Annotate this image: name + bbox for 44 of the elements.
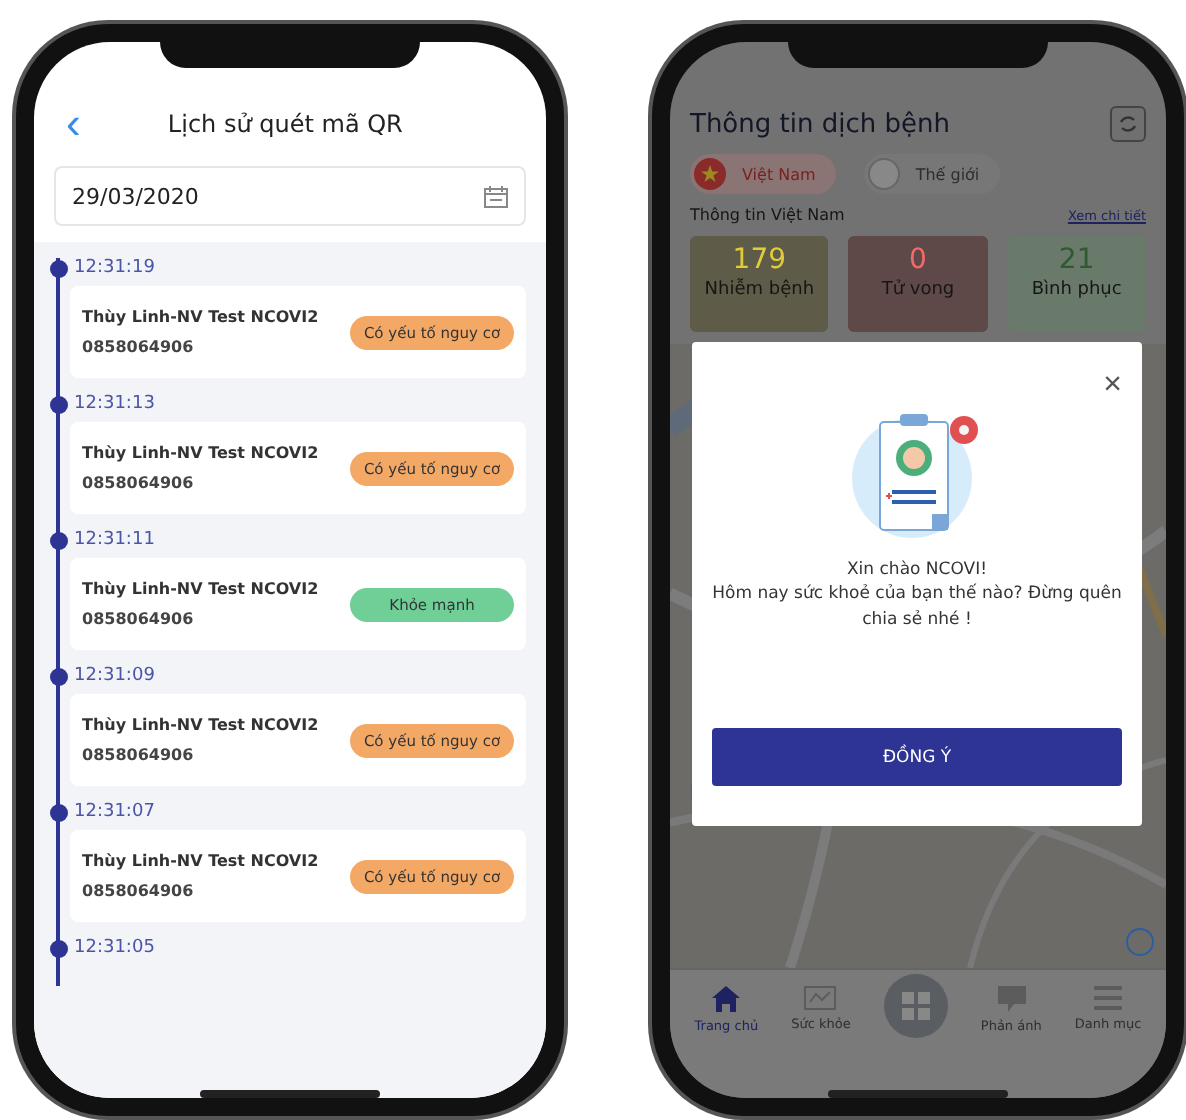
refresh-button[interactable] <box>1110 106 1146 142</box>
stat-value: 0 <box>909 244 927 276</box>
region-tab[interactable]: Việt Nam <box>690 154 836 194</box>
stat-label: Tử vong <box>881 280 955 300</box>
region-tab[interactable]: Thế giới <box>863 154 1000 194</box>
close-button[interactable]: × <box>1103 370 1122 402</box>
stat-value: 21 <box>1058 244 1095 276</box>
scan-time: 12:31:07 <box>74 802 155 822</box>
stat-label: Bình phục <box>1031 280 1122 300</box>
scan-time: 12:31:11 <box>74 530 155 550</box>
scan-time: 12:31:19 <box>74 258 155 278</box>
scan-time: 12:31:13 <box>74 394 155 414</box>
flag-icon <box>694 158 726 190</box>
scan-button[interactable] <box>883 974 948 1038</box>
info-icon[interactable] <box>1126 928 1154 956</box>
phone-number: 0858064906 <box>82 610 196 628</box>
stat-label: Nhiễm bệnh <box>704 280 815 300</box>
phone-number: 0858064906 <box>82 474 196 492</box>
person-name: Thùy Linh-NV Test NCOVI2 <box>82 580 319 598</box>
phone-number: 0858064906 <box>82 882 196 900</box>
person-name: Thùy Linh-NV Test NCOVI2 <box>82 716 319 734</box>
person-name: Thùy Linh-NV Test NCOVI2 <box>82 444 319 462</box>
welcome-message: Xin chào NCOVI! Hôm nay sức khoẻ của bạn thế nào? Đừng quên chia sẻ nhé ! <box>712 558 1122 632</box>
screen-title: Thông tin dịch bệnh <box>690 109 950 139</box>
section-title: Thông tin Việt Nam <box>690 206 845 224</box>
screen-title: Lịch sử quét mã QR <box>165 110 405 138</box>
qr-icon <box>901 992 930 1020</box>
menu-icon <box>1094 986 1123 1010</box>
refresh-icon <box>1118 114 1138 134</box>
phone-number: 0858064906 <box>82 746 196 764</box>
stat-value: 179 <box>732 244 787 276</box>
globe-icon <box>867 158 900 190</box>
scan-time: 12:31:05 <box>74 938 155 958</box>
chat-icon <box>997 986 1026 1012</box>
person-name: Thùy Linh-NV Test NCOVI2 <box>82 852 319 870</box>
person-name: Thùy Linh-NV Test NCOVI2 <box>82 308 319 326</box>
back-button[interactable]: ‹ <box>58 102 89 146</box>
scan-time: 12:31:09 <box>74 666 155 686</box>
agree-button[interactable]: ĐỒNG Ý <box>712 728 1122 786</box>
phone-number: 0858064906 <box>82 338 196 356</box>
monitor-icon <box>804 986 837 1010</box>
calendar-icon <box>484 185 508 207</box>
home-icon <box>712 986 741 1012</box>
date-field[interactable]: 29/03/2020 <box>54 166 526 226</box>
